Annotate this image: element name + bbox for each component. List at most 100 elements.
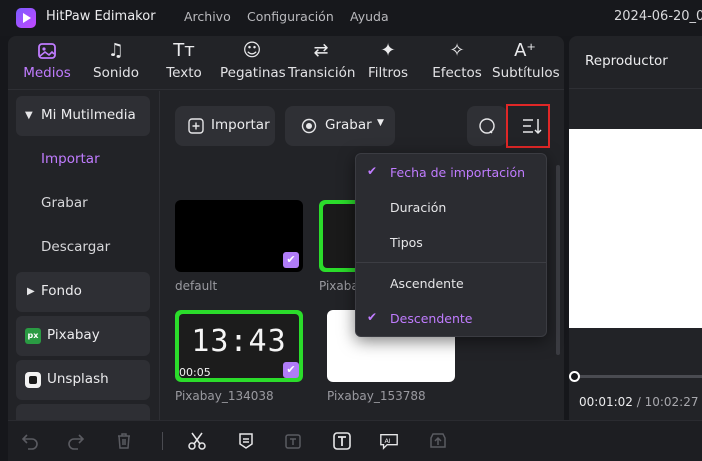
menu-configuracion[interactable]: Configuración [247,9,334,24]
sort-option-label: Duración [390,200,447,215]
undo-icon[interactable] [20,431,40,451]
video-preview[interactable] [569,129,702,328]
transition-icon: ⇄ [313,40,329,61]
text-box-disabled-icon[interactable] [283,431,303,451]
sort-option-duracion[interactable]: Duración [356,191,546,225]
sidebar-group-label: Mi Mutilmedia [41,107,136,123]
sort-highlight-box [506,104,550,148]
import-button[interactable]: Importar [175,106,275,146]
check-icon: ✔ [367,310,378,324]
sort-option-fecha[interactable]: ✔ Fecha de importación [356,156,546,190]
sidebar-item-label: Unsplash [47,371,109,387]
tab-label: Efectos [432,65,482,81]
sticker-icon: ☺ [242,40,262,61]
media-thumb-label: Pixabay_134038 [175,389,274,403]
tab-label: Filtros [367,65,409,81]
tab-transicion[interactable]: ⇄ Transición [288,36,356,90]
sidebar-group-label: Fondo [41,283,82,299]
toolbar-divider [162,432,163,450]
scissors-icon[interactable] [187,431,207,451]
effects-icon: ✧ [449,40,465,61]
caret-down-icon: ▼ [25,110,33,121]
search-icon [479,118,495,134]
player-title: Reproductor [585,53,668,69]
sidebar-item-grabar[interactable]: Grabar [41,195,88,211]
redo-icon[interactable] [66,431,86,451]
search-button[interactable] [467,106,507,146]
media-thumb-label: default [175,279,218,293]
tab-label: Subtítulos [492,65,560,81]
unsplash-logo-icon [25,372,41,388]
sort-option-descendente[interactable]: ✔ Descendente [356,302,546,336]
caret-right-icon: ▶ [27,286,35,297]
record-label: Grabar [325,117,372,133]
app-name: HitPaw Edimakor [46,9,156,24]
marker-icon[interactable] [236,431,256,451]
trash-icon[interactable] [114,431,134,451]
sidebar-item-unsplash[interactable]: Unsplash [16,360,150,400]
add-text-icon[interactable] [332,431,352,451]
tab-medios[interactable]: Medios [20,36,74,90]
sidebar-item-partial[interactable] [16,404,150,420]
media-thumb-label: Pixabay_153788 [327,389,426,403]
checkbox-checked-icon[interactable]: ✔ [283,362,299,378]
total-time: 10:02:27 [644,395,699,409]
current-time: 00:01:02 [579,395,633,409]
seek-bar[interactable] [574,375,702,378]
subtitle-icon: A⁺ [514,40,536,61]
category-tabs: Medios ♫ Sonido Tт Texto ☺ Pegatinas ⇄ T… [8,36,564,90]
media-thumb-default[interactable]: ✔ [175,200,303,272]
library-scrollbar[interactable] [556,165,560,355]
media-thumb-pixabay-134038[interactable]: 13:43 00:05 ✔ [175,310,303,382]
sparkle-icon: ✦ [380,40,396,61]
sort-option-label: Descendente [390,311,473,326]
record-icon [301,118,317,134]
edit-toolbar: AI [8,420,702,461]
title-bar: HitPaw Edimakor Archivo Configuración Ay… [0,0,702,36]
menu-divider [356,262,546,263]
pixabay-logo-icon: px [25,328,41,344]
sidebar-item-descargar[interactable]: Descargar [41,239,110,255]
check-icon: ✔ [367,164,378,178]
record-button[interactable]: Grabar ▼ [285,106,395,146]
app-logo-icon [16,8,36,28]
tab-texto[interactable]: Tт Texto [162,36,206,90]
sidebar-item-importar[interactable]: Importar [41,151,100,167]
media-icon [20,36,74,62]
tab-label: Pegatinas [220,65,286,81]
player-panel: Reproductor 00:01:02 / 10:02:27 [569,36,702,420]
tab-pegatinas[interactable]: ☺ Pegatinas [220,36,286,90]
sidebar-item-pixabay[interactable]: px Pixabay [16,316,150,356]
sort-dropdown-menu: ✔ Fecha de importación Duración Tipos As… [355,153,547,337]
time-separator: / [632,395,645,409]
tab-sonido[interactable]: ♫ Sonido [90,36,142,90]
duration-label: 00:05 [179,366,211,379]
import-label: Importar [211,117,270,133]
text-icon: Tт [173,40,195,61]
sidebar-group-mi-multimedia[interactable]: ▼ Mi Mutilmedia [16,96,150,136]
tab-label: Transición [288,65,356,81]
chevron-down-icon: ▼ [377,118,384,128]
player-header-divider [569,88,702,89]
media-sidebar: ▼ Mi Mutilmedia Importar Grabar Descarga… [8,91,160,420]
media-thumb-label: Pixaba [319,279,359,293]
sidebar-group-fondo[interactable]: ▶ Fondo [16,272,150,312]
menu-archivo[interactable]: Archivo [184,9,231,24]
playback-time: 00:01:02 / 10:02:27 [579,395,698,409]
ai-subtitle-icon[interactable]: AI [379,431,399,451]
checkbox-checked-icon[interactable]: ✔ [283,252,299,268]
menu-ayuda[interactable]: Ayuda [350,9,389,24]
tab-label: Texto [166,65,202,81]
sort-option-label: Fecha de importación [390,165,526,180]
tab-filtros[interactable]: ✦ Filtros [364,36,412,90]
seek-handle[interactable] [569,371,580,382]
export-disabled-icon[interactable] [428,431,448,451]
sort-option-tipos[interactable]: Tipos [356,226,546,260]
sort-option-ascendente[interactable]: Ascendente [356,267,546,301]
plus-square-icon [188,118,204,134]
sort-option-label: Tipos [390,235,423,250]
sort-option-label: Ascendente [390,276,464,291]
tab-efectos[interactable]: ✧ Efectos [430,36,484,90]
tab-subtitulos[interactable]: A⁺ Subtítulos [492,36,560,90]
tab-label: Medios [23,65,71,81]
